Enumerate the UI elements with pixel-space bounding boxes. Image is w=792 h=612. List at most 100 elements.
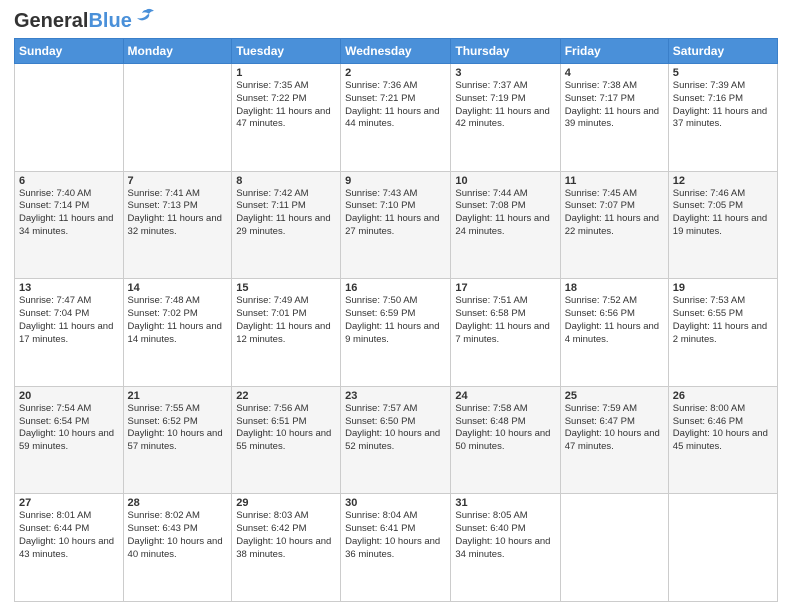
- day-number: 2: [345, 67, 446, 79]
- calendar-header-row: SundayMondayTuesdayWednesdayThursdayFrid…: [15, 39, 778, 64]
- day-header-thursday: Thursday: [451, 39, 560, 64]
- logo-bird-icon: [134, 8, 156, 26]
- calendar-cell: 17Sunrise: 7:51 AM Sunset: 6:58 PM Dayli…: [451, 279, 560, 387]
- day-number: 12: [673, 175, 773, 187]
- day-info: Sunrise: 8:03 AM Sunset: 6:42 PM Dayligh…: [236, 510, 336, 561]
- day-number: 18: [565, 282, 664, 294]
- calendar-cell: 12Sunrise: 7:46 AM Sunset: 7:05 PM Dayli…: [668, 171, 777, 279]
- day-number: 29: [236, 497, 336, 509]
- day-number: 10: [455, 175, 555, 187]
- calendar-cell: 18Sunrise: 7:52 AM Sunset: 6:56 PM Dayli…: [560, 279, 668, 387]
- day-number: 16: [345, 282, 446, 294]
- day-info: Sunrise: 8:04 AM Sunset: 6:41 PM Dayligh…: [345, 510, 446, 561]
- calendar-cell: 25Sunrise: 7:59 AM Sunset: 6:47 PM Dayli…: [560, 386, 668, 494]
- day-number: 15: [236, 282, 336, 294]
- day-info: Sunrise: 7:38 AM Sunset: 7:17 PM Dayligh…: [565, 80, 664, 131]
- day-info: Sunrise: 7:42 AM Sunset: 7:11 PM Dayligh…: [236, 188, 336, 239]
- calendar-cell: 11Sunrise: 7:45 AM Sunset: 7:07 PM Dayli…: [560, 171, 668, 279]
- calendar-week-2: 6Sunrise: 7:40 AM Sunset: 7:14 PM Daylig…: [15, 171, 778, 279]
- calendar-cell: 7Sunrise: 7:41 AM Sunset: 7:13 PM Daylig…: [123, 171, 232, 279]
- day-number: 19: [673, 282, 773, 294]
- day-number: 21: [128, 390, 228, 402]
- calendar-cell: [668, 494, 777, 602]
- calendar-cell: 5Sunrise: 7:39 AM Sunset: 7:16 PM Daylig…: [668, 64, 777, 172]
- day-info: Sunrise: 7:39 AM Sunset: 7:16 PM Dayligh…: [673, 80, 773, 131]
- calendar-cell: 9Sunrise: 7:43 AM Sunset: 7:10 PM Daylig…: [341, 171, 451, 279]
- day-info: Sunrise: 7:43 AM Sunset: 7:10 PM Dayligh…: [345, 188, 446, 239]
- day-info: Sunrise: 7:57 AM Sunset: 6:50 PM Dayligh…: [345, 403, 446, 454]
- calendar-cell: 28Sunrise: 8:02 AM Sunset: 6:43 PM Dayli…: [123, 494, 232, 602]
- calendar-cell: 2Sunrise: 7:36 AM Sunset: 7:21 PM Daylig…: [341, 64, 451, 172]
- day-header-saturday: Saturday: [668, 39, 777, 64]
- calendar-week-4: 20Sunrise: 7:54 AM Sunset: 6:54 PM Dayli…: [15, 386, 778, 494]
- day-info: Sunrise: 7:50 AM Sunset: 6:59 PM Dayligh…: [345, 295, 446, 346]
- page-header: GeneralBlue: [14, 10, 778, 32]
- calendar-week-5: 27Sunrise: 8:01 AM Sunset: 6:44 PM Dayli…: [15, 494, 778, 602]
- calendar-cell: 19Sunrise: 7:53 AM Sunset: 6:55 PM Dayli…: [668, 279, 777, 387]
- day-info: Sunrise: 8:00 AM Sunset: 6:46 PM Dayligh…: [673, 403, 773, 454]
- day-number: 4: [565, 67, 664, 79]
- day-number: 28: [128, 497, 228, 509]
- calendar-cell: 3Sunrise: 7:37 AM Sunset: 7:19 PM Daylig…: [451, 64, 560, 172]
- calendar-cell: 29Sunrise: 8:03 AM Sunset: 6:42 PM Dayli…: [232, 494, 341, 602]
- day-info: Sunrise: 7:53 AM Sunset: 6:55 PM Dayligh…: [673, 295, 773, 346]
- day-info: Sunrise: 8:05 AM Sunset: 6:40 PM Dayligh…: [455, 510, 555, 561]
- calendar-cell: 22Sunrise: 7:56 AM Sunset: 6:51 PM Dayli…: [232, 386, 341, 494]
- calendar-cell: [15, 64, 124, 172]
- calendar-cell: 10Sunrise: 7:44 AM Sunset: 7:08 PM Dayli…: [451, 171, 560, 279]
- day-info: Sunrise: 7:49 AM Sunset: 7:01 PM Dayligh…: [236, 295, 336, 346]
- calendar-week-3: 13Sunrise: 7:47 AM Sunset: 7:04 PM Dayli…: [15, 279, 778, 387]
- day-number: 24: [455, 390, 555, 402]
- day-number: 27: [19, 497, 119, 509]
- calendar-cell: 4Sunrise: 7:38 AM Sunset: 7:17 PM Daylig…: [560, 64, 668, 172]
- calendar-cell: 23Sunrise: 7:57 AM Sunset: 6:50 PM Dayli…: [341, 386, 451, 494]
- day-number: 14: [128, 282, 228, 294]
- day-number: 11: [565, 175, 664, 187]
- day-number: 17: [455, 282, 555, 294]
- day-number: 13: [19, 282, 119, 294]
- calendar-cell: 6Sunrise: 7:40 AM Sunset: 7:14 PM Daylig…: [15, 171, 124, 279]
- day-number: 20: [19, 390, 119, 402]
- calendar-cell: 26Sunrise: 8:00 AM Sunset: 6:46 PM Dayli…: [668, 386, 777, 494]
- logo-text: GeneralBlue: [14, 10, 132, 32]
- calendar-cell: 8Sunrise: 7:42 AM Sunset: 7:11 PM Daylig…: [232, 171, 341, 279]
- calendar-cell: 16Sunrise: 7:50 AM Sunset: 6:59 PM Dayli…: [341, 279, 451, 387]
- calendar-cell: [123, 64, 232, 172]
- day-number: 7: [128, 175, 228, 187]
- day-info: Sunrise: 8:02 AM Sunset: 6:43 PM Dayligh…: [128, 510, 228, 561]
- day-info: Sunrise: 7:44 AM Sunset: 7:08 PM Dayligh…: [455, 188, 555, 239]
- logo: GeneralBlue: [14, 10, 156, 32]
- day-number: 3: [455, 67, 555, 79]
- calendar-table: SundayMondayTuesdayWednesdayThursdayFrid…: [14, 38, 778, 602]
- calendar-week-1: 1Sunrise: 7:35 AM Sunset: 7:22 PM Daylig…: [15, 64, 778, 172]
- day-number: 8: [236, 175, 336, 187]
- day-info: Sunrise: 7:59 AM Sunset: 6:47 PM Dayligh…: [565, 403, 664, 454]
- day-number: 5: [673, 67, 773, 79]
- day-info: Sunrise: 7:48 AM Sunset: 7:02 PM Dayligh…: [128, 295, 228, 346]
- day-info: Sunrise: 7:51 AM Sunset: 6:58 PM Dayligh…: [455, 295, 555, 346]
- day-header-sunday: Sunday: [15, 39, 124, 64]
- calendar-cell: 21Sunrise: 7:55 AM Sunset: 6:52 PM Dayli…: [123, 386, 232, 494]
- day-info: Sunrise: 7:41 AM Sunset: 7:13 PM Dayligh…: [128, 188, 228, 239]
- calendar-cell: 13Sunrise: 7:47 AM Sunset: 7:04 PM Dayli…: [15, 279, 124, 387]
- day-info: Sunrise: 7:45 AM Sunset: 7:07 PM Dayligh…: [565, 188, 664, 239]
- calendar-cell: 15Sunrise: 7:49 AM Sunset: 7:01 PM Dayli…: [232, 279, 341, 387]
- calendar-cell: 31Sunrise: 8:05 AM Sunset: 6:40 PM Dayli…: [451, 494, 560, 602]
- calendar-cell: 30Sunrise: 8:04 AM Sunset: 6:41 PM Dayli…: [341, 494, 451, 602]
- day-number: 30: [345, 497, 446, 509]
- day-info: Sunrise: 7:37 AM Sunset: 7:19 PM Dayligh…: [455, 80, 555, 131]
- calendar-cell: 24Sunrise: 7:58 AM Sunset: 6:48 PM Dayli…: [451, 386, 560, 494]
- day-header-wednesday: Wednesday: [341, 39, 451, 64]
- day-info: Sunrise: 7:40 AM Sunset: 7:14 PM Dayligh…: [19, 188, 119, 239]
- day-info: Sunrise: 7:56 AM Sunset: 6:51 PM Dayligh…: [236, 403, 336, 454]
- day-info: Sunrise: 7:52 AM Sunset: 6:56 PM Dayligh…: [565, 295, 664, 346]
- day-header-tuesday: Tuesday: [232, 39, 341, 64]
- day-info: Sunrise: 7:36 AM Sunset: 7:21 PM Dayligh…: [345, 80, 446, 131]
- day-info: Sunrise: 7:55 AM Sunset: 6:52 PM Dayligh…: [128, 403, 228, 454]
- day-info: Sunrise: 7:47 AM Sunset: 7:04 PM Dayligh…: [19, 295, 119, 346]
- day-info: Sunrise: 7:54 AM Sunset: 6:54 PM Dayligh…: [19, 403, 119, 454]
- day-number: 6: [19, 175, 119, 187]
- day-info: Sunrise: 7:58 AM Sunset: 6:48 PM Dayligh…: [455, 403, 555, 454]
- day-header-monday: Monday: [123, 39, 232, 64]
- day-header-friday: Friday: [560, 39, 668, 64]
